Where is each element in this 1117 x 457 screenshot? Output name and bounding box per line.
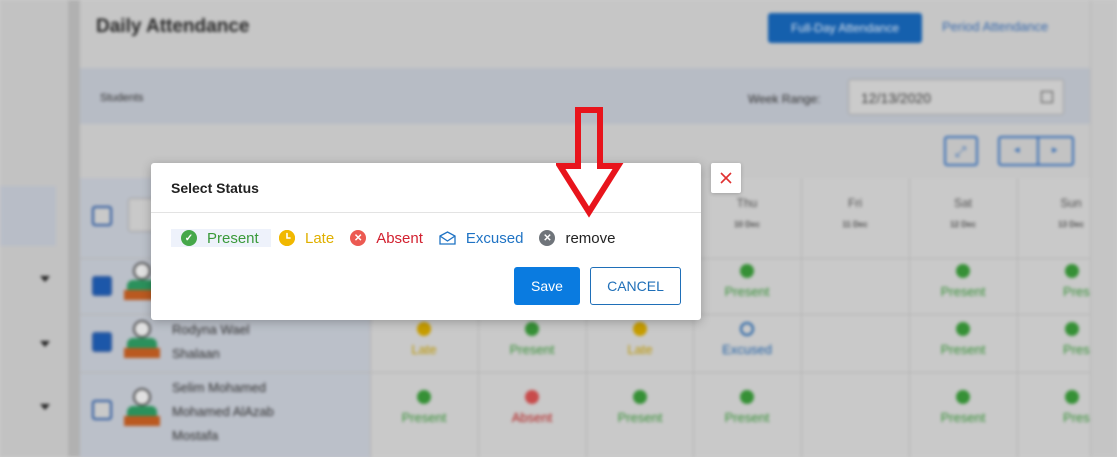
cancel-button[interactable]: CANCEL (590, 267, 681, 305)
clock-icon (279, 230, 295, 246)
status-option-excused[interactable]: Excused (439, 229, 524, 247)
status-option-late[interactable]: Late (279, 229, 334, 247)
status-option-absent[interactable]: ✕ Absent (350, 229, 423, 247)
envelope-icon (439, 230, 456, 246)
status-option-label: Absent (376, 229, 423, 247)
status-option-present[interactable]: ✓ Present (171, 229, 271, 247)
close-modal-button[interactable] (711, 163, 741, 193)
save-button[interactable]: Save (514, 267, 580, 305)
remove-circle-icon: ✕ (539, 230, 556, 246)
status-option-label: remove (565, 229, 616, 247)
status-option-label: Excused (465, 229, 524, 247)
close-icon (720, 172, 732, 184)
status-option-remove[interactable]: ✕ remove (539, 229, 615, 247)
down-arrow-annotation (556, 107, 624, 218)
check-circle-icon: ✓ (181, 230, 197, 246)
x-circle-icon: ✕ (350, 230, 367, 246)
status-options: ✓ Present Late ✕ Absent Excused ✕ remove (171, 229, 631, 247)
status-option-label: Present (207, 229, 259, 247)
status-option-label: Late (305, 229, 335, 247)
